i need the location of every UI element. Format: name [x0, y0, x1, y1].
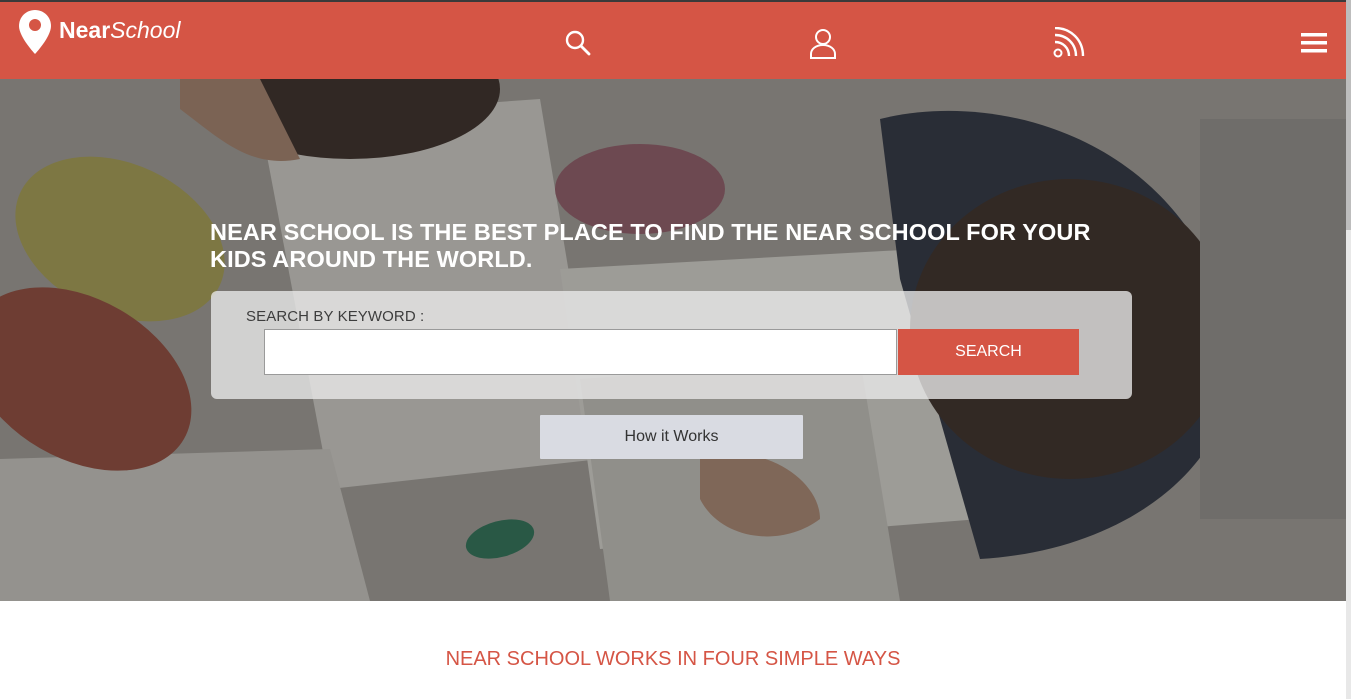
page-scrollbar[interactable]	[1346, 0, 1351, 699]
brand-name: NearSchool	[59, 17, 180, 44]
search-panel: SEARCH BY KEYWORD : SEARCH	[211, 291, 1132, 399]
user-icon[interactable]	[806, 26, 840, 60]
hamburger-menu-icon[interactable]	[1297, 26, 1331, 60]
search-icon[interactable]	[561, 26, 595, 60]
rss-icon[interactable]	[1052, 26, 1086, 60]
brand-logo[interactable]: NearSchool	[17, 8, 180, 56]
map-pin-icon	[19, 10, 51, 54]
section-title: NEAR SCHOOL WORKS IN FOUR SIMPLE WAYS	[445, 648, 901, 670]
hero-section: NEAR SCHOOL IS THE BEST PLACE TO FIND TH…	[0, 79, 1346, 601]
scrollbar-thumb[interactable]	[1346, 0, 1351, 230]
search-button[interactable]: SEARCH	[898, 329, 1079, 375]
search-input[interactable]	[264, 329, 897, 375]
brand-name-italic: School	[110, 17, 181, 43]
search-label: SEARCH BY KEYWORD :	[246, 308, 425, 325]
brand-name-bold: Near	[59, 17, 111, 43]
hero-heading: NEAR SCHOOL IS THE BEST PLACE TO FIND TH…	[210, 219, 1091, 272]
how-it-works-button[interactable]: How it Works	[540, 415, 803, 459]
top-navbar: NearSchool	[0, 0, 1346, 79]
